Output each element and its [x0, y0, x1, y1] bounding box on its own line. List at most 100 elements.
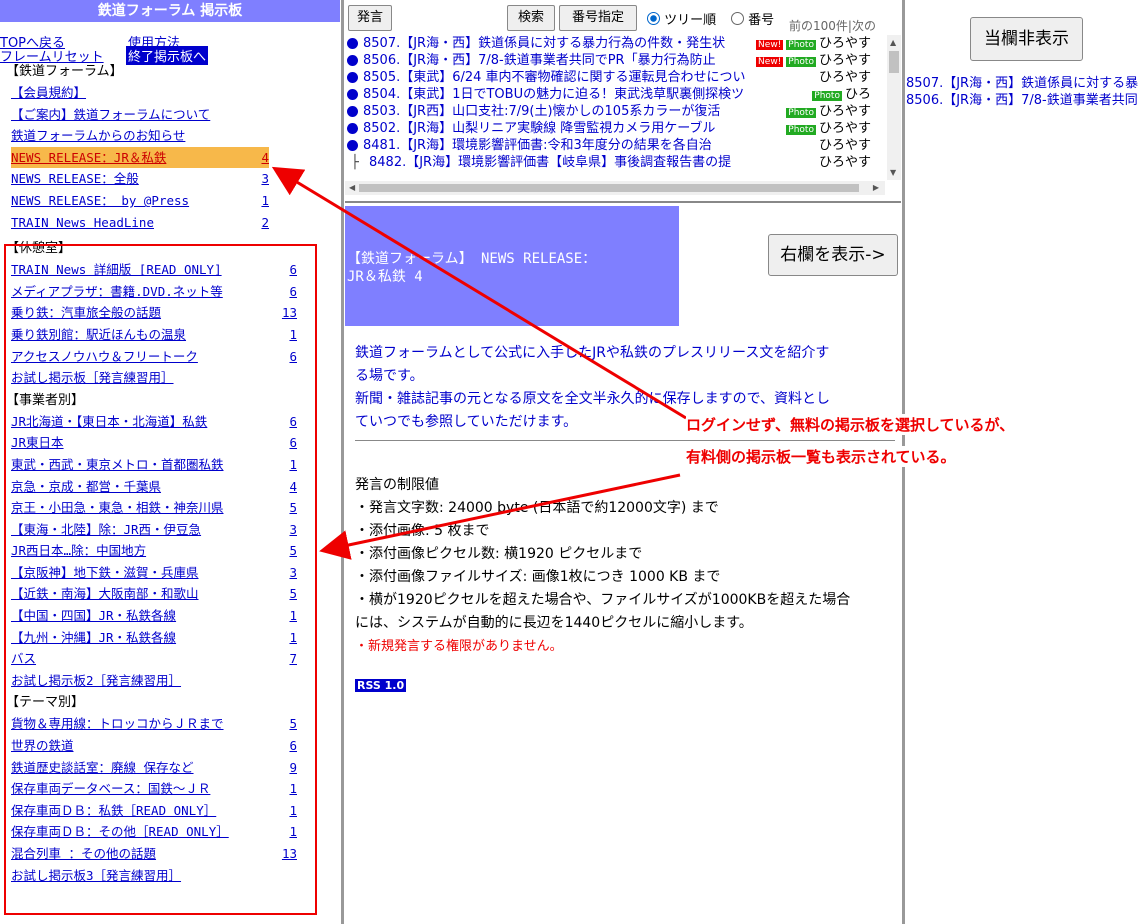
post-author: ひろやす: [818, 138, 871, 153]
top-links: TOPへ戻る 使用方法 フレームリセット 終了掲示板へ: [0, 22, 340, 65]
board-name: 【会員規約】: [11, 85, 87, 100]
board-link[interactable]: 【会員規約】: [11, 82, 269, 104]
exit-board-link[interactable]: 終了掲示板へ: [126, 46, 209, 65]
number-jump-button[interactable]: 番号指定: [559, 5, 637, 31]
board-link[interactable]: NEWS RELEASE：全般 3: [11, 168, 269, 190]
number-order-radio[interactable]: 番号: [731, 9, 774, 28]
board-name: NEWS RELEASE：全般: [11, 171, 139, 187]
hide-panel-button[interactable]: 当欄非表示: [970, 17, 1083, 61]
post-button[interactable]: 発言: [348, 5, 392, 31]
board-count: 2: [261, 214, 269, 230]
page-nav[interactable]: 前の100件|次の: [789, 17, 876, 34]
frame-reset-link[interactable]: フレームリセット: [0, 46, 104, 65]
board-link[interactable]: NEWS RELEASE：JR＆私鉄 4: [11, 146, 269, 169]
number-order-label: 番号: [748, 13, 775, 28]
limit-line: ・横が1920ピクセルを超えた場合や、ファイルサイズが1000KBを超えた場合: [355, 592, 851, 608]
post-bullet-icon: [347, 55, 358, 66]
post-row[interactable]: 8505.【東武】6/24 車内不審物確認に関する運転見合わせについ ひろやす: [345, 69, 885, 86]
right-post-link[interactable]: 8506.【JR海・西】7/8-鉄道事業者共同: [906, 89, 1138, 108]
post-row[interactable]: 8507.【JR海・西】鉄道係員に対する暴力行為の件数・発生状 New! Photo…: [345, 35, 885, 54]
scroll-down-icon[interactable]: ▼: [890, 168, 896, 177]
post-author: ひろやす: [818, 53, 871, 68]
limits-list: ・発言文字数: 24000 byte (日本語で約12000文字) まで ・添付画…: [355, 497, 900, 635]
post-title[interactable]: 8482.【JR海】環境影響評価書【岐阜県】事後調査報告書の提: [369, 154, 731, 171]
post-bullet-icon: [347, 140, 358, 151]
banner-line1: 【鉄道フォーラム】 NEWS RELEASE：: [347, 251, 597, 267]
photo-badge: Photo: [786, 125, 816, 135]
post-author: ひろやす: [818, 70, 871, 85]
post-list: 8507.【JR海・西】鉄道係員に対する暴力行為の件数・発生状 New! Photo…: [345, 35, 885, 180]
board-link[interactable]: TRAIN News HeadLine 2: [11, 212, 269, 234]
post-bullet-icon: [347, 38, 358, 49]
post-meta: ひろやす: [814, 154, 871, 171]
show-right-button[interactable]: 右欄を表示->: [768, 234, 898, 276]
board-name: 【ご案内】鉄道フォーラムについて: [11, 106, 211, 122]
post-list-hscroll[interactable]: ◀ ▶: [345, 181, 885, 195]
forum-board-list: 【会員規約】【ご案内】鉄道フォーラムについて 鉄道フォーラムからのお知らせ NEWS…: [0, 82, 340, 233]
post-limits: 発言の制限値 ・発言文字数: 24000 byte (日本語で約12000文字)…: [355, 474, 900, 658]
search-button[interactable]: 検索: [507, 5, 555, 31]
description-line: 新聞・雑誌記事の元となる原文を全文半永久的に保存しますので、資料とし: [355, 391, 831, 407]
photo-badge: Photo: [786, 40, 816, 50]
scroll-up-icon[interactable]: ▲: [890, 38, 896, 47]
limit-line: ・発言文字数: 24000 byte (日本語で約12000文字) まで: [355, 500, 719, 516]
board-link[interactable]: 【ご案内】鉄道フォーラムについて: [11, 104, 269, 126]
scroll-left-icon[interactable]: ◀: [349, 183, 355, 192]
divider: [355, 440, 895, 441]
post-title[interactable]: 8502.【JR海】山梨リニア実験線 降雪監視カメラ用ケーブル: [363, 120, 715, 137]
post-title[interactable]: 8503.【JR西】山口支社:7/9(土)懐かしの105系カラーが復活: [363, 103, 720, 120]
board-name: NEWS RELEASE： by @Press: [11, 192, 190, 208]
frame-divider-left[interactable]: [341, 0, 344, 924]
rss-link[interactable]: RSS 1.0: [355, 679, 407, 692]
radio-unchecked-icon: [731, 12, 744, 25]
post-row[interactable]: 8504.【東武】1日でTOBUの魅力に迫る！東武浅草駅裏側探検ツ Photo ひろ: [345, 86, 885, 105]
post-list-vscroll[interactable]: ▲ ▼: [887, 35, 901, 180]
description-line: 鉄道フォーラムとして公式に入手したJRや私鉄のプレスリリース文を紹介す: [355, 345, 830, 361]
limit-line: ・添付画像ピクセル数: 横1920 ピクセルまで: [355, 546, 643, 562]
hscroll-thumb[interactable]: [359, 184, 859, 192]
photo-badge: Photo: [812, 91, 842, 101]
post-title[interactable]: 8507.【JR海・西】鉄道係員に対する暴力行為の件数・発生状: [363, 35, 725, 52]
tree-order-radio[interactable]: ツリー順: [647, 9, 716, 28]
board-link[interactable]: NEWS RELEASE： by @Press 1: [11, 190, 269, 212]
board-name: 鉄道フォーラムからのお知らせ: [11, 128, 186, 144]
post-row[interactable]: 8506.【JR海・西】7/8-鉄道事業者共同でPR「暴力行為防止 New! Pho…: [345, 52, 885, 71]
post-author: ひろやす: [818, 104, 871, 119]
board-count: 3: [261, 171, 269, 187]
limit-line: ・添付画像ファイルサイズ: 画像1枚につき 1000 KB まで: [355, 569, 721, 585]
post-title[interactable]: 8504.【東武】1日でTOBUの魅力に迫る！東武浅草駅裏側探検ツ: [363, 86, 744, 103]
photo-badge: Photo: [786, 57, 816, 67]
post-title[interactable]: 8506.【JR海・西】7/8-鉄道事業者共同でPR「暴力行為防止: [363, 52, 716, 69]
board-count: 1: [261, 192, 269, 208]
board-name: NEWS RELEASE：JR＆私鉄: [11, 149, 167, 165]
board-name: TRAIN News HeadLine: [11, 214, 154, 230]
post-row[interactable]: 8503.【JR西】山口支社:7/9(土)懐かしの105系カラーが復活 Photo…: [345, 103, 885, 122]
new-badge: New!: [756, 57, 784, 67]
board-link[interactable]: 鉄道フォーラムからのお知らせ: [11, 125, 269, 147]
post-bullet-icon: [347, 72, 358, 83]
toolbar: 発言 検索 番号指定 ツリー順 番号 前の100件|次の: [345, 0, 901, 34]
post-row[interactable]: 8502.【JR海】山梨リニア実験線 降雪監視カメラ用ケーブル Photo ひろやす: [345, 120, 885, 139]
post-title[interactable]: 8481.【JR海】環境影響評価書:令和3年度分の結果を各自治: [363, 137, 712, 154]
post-meta: ひろやす: [814, 69, 871, 86]
post-author: ひろ: [844, 87, 871, 102]
post-row[interactable]: 8481.【JR海】環境影響評価書:令和3年度分の結果を各自治 ひろやす: [345, 137, 885, 154]
photo-badge: Photo: [786, 108, 816, 118]
scroll-right-icon[interactable]: ▶: [873, 183, 879, 192]
tree-order-label: ツリー順: [664, 13, 717, 28]
limit-line: ・添付画像: 5 枚まで: [355, 523, 490, 539]
banner-line2: JR＆私鉄 4: [347, 269, 423, 285]
board-banner: 【鉄道フォーラム】 NEWS RELEASE： JR＆私鉄 4: [345, 206, 679, 326]
post-title[interactable]: 8505.【東武】6/24 車内不審物確認に関する運転見合わせについ: [363, 69, 746, 86]
post-row[interactable]: ├ 8482.【JR海】環境影響評価書【岐阜県】事後調査報告書の提 ひろやす: [345, 154, 885, 171]
post-bullet-icon: [347, 106, 358, 117]
limit-line: には、システムが自動的に長辺を1440ピクセルに縮小します。: [355, 615, 753, 631]
scroll-thumb[interactable]: [889, 51, 899, 73]
frame-divider-horizontal[interactable]: [345, 201, 901, 203]
permission-warning: ・新規発言する権限がありません。: [355, 639, 563, 654]
forum-heading: 【鉄道フォーラム】: [6, 64, 123, 79]
board-count: 4: [261, 149, 269, 165]
tree-branch-icon: ├: [351, 155, 359, 170]
radio-checked-icon: [647, 12, 660, 25]
paid-boards-highlight-box: [4, 244, 317, 915]
